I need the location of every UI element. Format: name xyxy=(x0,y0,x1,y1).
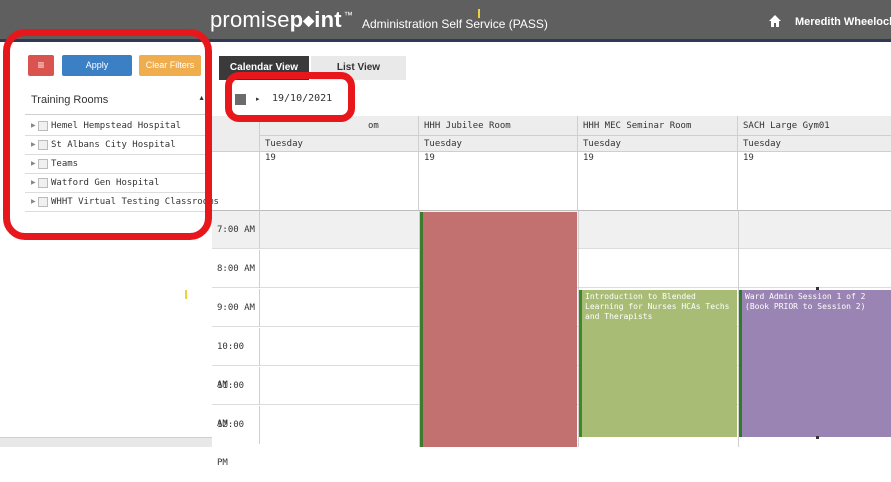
app-title: Administration Self Service (PASS) xyxy=(362,17,548,31)
column-date[interactable]: 19 xyxy=(578,152,738,211)
user-name[interactable]: Meredith Wheelock xyxy=(795,16,891,28)
annotation-highlight-filters xyxy=(3,29,212,240)
resize-handle[interactable] xyxy=(816,436,819,439)
resize-handle[interactable] xyxy=(816,287,819,290)
calendar-grid: om HHH Jubilee Room HHH MEC Seminar Room… xyxy=(212,116,891,468)
time-label: 9:00 AM xyxy=(212,289,260,327)
column-day: Tuesday xyxy=(260,136,419,152)
yellow-marker xyxy=(185,290,187,299)
column-header-room: SACH Large Gym01 xyxy=(738,116,891,136)
column-day: Tuesday xyxy=(738,136,891,152)
time-label: 12:00 PM xyxy=(212,406,260,468)
time-label: 8:00 AM xyxy=(212,250,260,288)
time-label: 10:00 AM xyxy=(212,328,260,390)
event-blended-learning[interactable]: Introduction to Blended Learning for Nur… xyxy=(579,290,737,437)
time-gutter-allday xyxy=(212,152,260,211)
column-date[interactable]: 19 xyxy=(738,152,891,211)
cursor-marker xyxy=(478,9,480,18)
column-header-room: HHH MEC Seminar Room xyxy=(578,116,738,136)
time-label: 11:00 AM xyxy=(212,367,260,429)
annotation-highlight-date xyxy=(225,72,355,122)
left-panel-footer xyxy=(0,437,212,447)
column-date[interactable]: 19 xyxy=(419,152,578,211)
time-label: 7:00 AM xyxy=(212,211,260,249)
event-ward-admin[interactable]: Ward Admin Session 1 of 2 (Book PRIOR to… xyxy=(739,290,891,437)
column-day: Tuesday xyxy=(578,136,738,152)
column-day: Tuesday xyxy=(419,136,578,152)
event-jubilee-booking[interactable] xyxy=(420,212,577,447)
home-icon[interactable] xyxy=(768,14,782,28)
column-date[interactable]: 19 xyxy=(260,152,419,211)
promisepoint-logo[interactable]: promisep◆int ™ xyxy=(210,7,353,33)
column-header-room: HHH Jubilee Room xyxy=(419,116,578,136)
